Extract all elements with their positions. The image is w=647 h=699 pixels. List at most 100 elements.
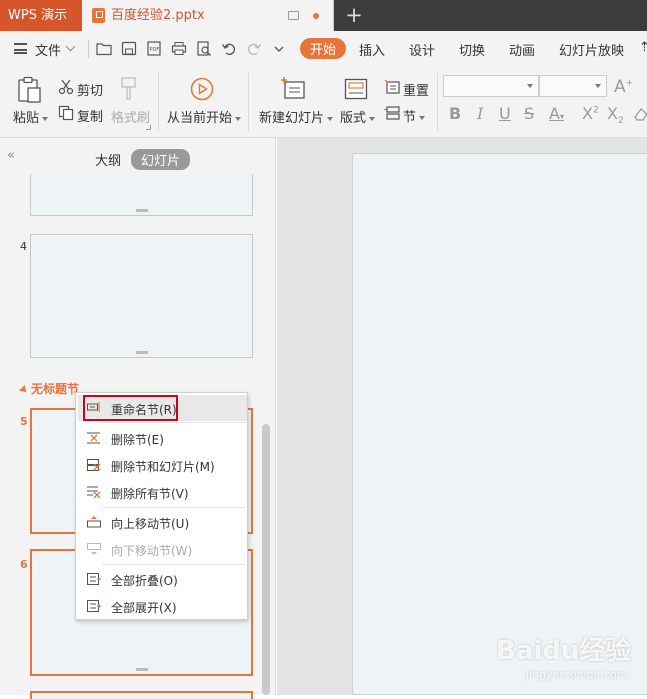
current-slide[interactable] xyxy=(352,153,647,695)
delete-section-icon xyxy=(87,432,100,444)
thumbnail-handle xyxy=(135,351,148,354)
menu-item-label: 删除节(E) xyxy=(111,433,164,447)
document-tab[interactable]: 百度经验2.pptx xyxy=(82,0,334,31)
font-color-icon[interactable]: A▾ xyxy=(549,104,564,123)
expand-all-icon xyxy=(87,600,101,612)
slide-thumbnail[interactable] xyxy=(30,234,253,358)
increase-font-size-icon[interactable]: A+ xyxy=(614,77,633,97)
paste-button[interactable]: 粘贴 xyxy=(13,107,49,126)
menu-item-label: 删除所有节(V) xyxy=(111,487,189,501)
menu-item-label: 向上移动节(U) xyxy=(111,517,190,531)
tab-insert[interactable]: 插入 xyxy=(359,40,385,59)
app-tab[interactable]: WPS 演示 xyxy=(0,0,82,31)
print-icon[interactable] xyxy=(171,41,187,56)
delete-section-and-slides-menu-item[interactable]: 删除节和幻灯片(M) xyxy=(78,452,247,478)
editing-canvas xyxy=(277,138,647,695)
redo-icon xyxy=(248,43,262,55)
cut-button[interactable]: 剪切 xyxy=(77,80,103,99)
divider xyxy=(88,40,89,58)
format-painter-button: 格式刷 xyxy=(111,111,151,126)
menu-item-label: 删除节和幻灯片(M) xyxy=(111,460,215,474)
watermark-logo-text: Baidu经验 xyxy=(496,636,632,666)
underline-icon[interactable]: U xyxy=(499,104,511,123)
format-painter-icon xyxy=(121,77,136,100)
tab-slideshow[interactable]: 幻灯片放映 xyxy=(559,40,624,59)
tab-design[interactable]: 设计 xyxy=(409,40,435,59)
scissors-icon xyxy=(58,79,74,95)
export-pdf-icon[interactable]: PDF xyxy=(146,41,162,56)
new-tab-plus-icon[interactable]: + xyxy=(343,3,365,27)
menu-item-label: 全部展开(X) xyxy=(111,601,177,615)
thumbnail-handle xyxy=(135,209,148,212)
delete-section-slides-icon xyxy=(87,459,101,471)
delete-section-menu-item[interactable]: 删除节(E) xyxy=(78,425,247,451)
collapse-all-icon xyxy=(87,573,101,585)
italic-icon[interactable]: I xyxy=(477,104,483,123)
menu-divider xyxy=(102,422,245,423)
copy-button[interactable]: 复制 xyxy=(77,106,103,125)
section-collapse-icon[interactable] xyxy=(19,384,29,395)
reset-icon xyxy=(384,79,400,94)
tab-slides[interactable]: 幻灯片 xyxy=(131,149,191,170)
section-context-menu: 重命名节(R) 删除节(E) 删除节和幻灯片(M) 删除所有节(V) 向上移动节… xyxy=(75,392,248,620)
font-family-select[interactable] xyxy=(443,75,539,97)
slide-thumbnail[interactable] xyxy=(30,174,253,216)
undo-icon[interactable] xyxy=(221,41,237,56)
bold-icon[interactable]: B xyxy=(449,104,461,123)
more-tabs-icon[interactable]: ⇡ xyxy=(639,40,647,55)
new-slide-button[interactable]: 新建幻灯片 xyxy=(259,107,334,126)
slide-number: 5 xyxy=(20,415,28,428)
svg-text:PDF: PDF xyxy=(150,47,160,53)
move-section-down-icon xyxy=(87,543,101,555)
move-section-up-icon xyxy=(87,516,101,528)
copy-icon xyxy=(58,105,74,121)
menu-divider xyxy=(102,507,245,508)
paste-icon[interactable] xyxy=(16,76,42,104)
slide-number: 6 xyxy=(20,558,28,571)
expand-all-menu-item[interactable]: 全部展开(X) xyxy=(78,593,247,619)
ribbon: 粘贴 剪切 复制 格式刷 从当前开始 新建幻灯片 版式 重置 节 A+ B I … xyxy=(0,67,647,138)
slide-number: 4 xyxy=(20,240,27,253)
panel-scrollbar[interactable] xyxy=(262,424,270,695)
section-button[interactable]: 节 xyxy=(403,106,426,125)
print-preview-icon[interactable] xyxy=(196,41,212,56)
screen-icon[interactable] xyxy=(288,11,299,20)
annotation-highlight-box xyxy=(83,395,178,421)
menu-icon[interactable] xyxy=(14,43,27,54)
tab-transitions[interactable]: 切换 xyxy=(459,40,485,59)
subscript-icon[interactable]: X2 xyxy=(607,104,624,126)
font-size-select[interactable] xyxy=(539,75,607,97)
play-icon xyxy=(190,77,214,101)
menu-divider xyxy=(102,564,245,565)
move-section-up-menu-item[interactable]: 向上移动节(U) xyxy=(78,509,247,535)
tab-home[interactable]: 开始 xyxy=(300,38,347,59)
menu-item-label: 全部折叠(O) xyxy=(111,574,178,588)
open-folder-icon[interactable] xyxy=(96,41,112,56)
layout-button[interactable]: 版式 xyxy=(340,107,376,126)
collapse-all-menu-item[interactable]: 全部折叠(O) xyxy=(78,566,247,592)
save-icon[interactable] xyxy=(121,41,137,56)
presentation-file-icon xyxy=(92,8,105,23)
play-from-current-button[interactable]: 从当前开始 xyxy=(167,107,242,126)
dialog-launcher-icon[interactable] xyxy=(146,125,151,130)
slide-thumbnail-selected[interactable] xyxy=(30,691,253,699)
layout-icon xyxy=(344,78,368,100)
reset-button[interactable]: 重置 xyxy=(403,80,429,99)
customize-toolbar-icon[interactable] xyxy=(271,41,287,56)
collapse-panel-icon[interactable]: « xyxy=(7,148,15,163)
tab-outline[interactable]: 大纲 xyxy=(95,150,121,169)
title-bar: WPS 演示 百度经验2.pptx + xyxy=(0,0,647,31)
delete-all-sections-menu-item[interactable]: 删除所有节(V) xyxy=(78,479,247,505)
divider xyxy=(158,73,159,131)
section-header[interactable]: 无标题节 xyxy=(19,380,79,397)
watermark-url: jingyan.baidu.com xyxy=(526,668,628,681)
file-menu[interactable]: 文件 xyxy=(35,40,61,59)
thumbnail-handle xyxy=(135,668,148,671)
eraser-icon[interactable] xyxy=(634,107,647,121)
document-title: 百度经验2.pptx xyxy=(111,8,205,23)
superscript-icon[interactable]: X2 xyxy=(582,104,599,123)
chevron-down-icon[interactable] xyxy=(65,41,76,52)
tab-animations[interactable]: 动画 xyxy=(509,40,535,59)
strikethrough-icon[interactable]: S xyxy=(524,104,534,123)
menu-item-label: 向下移动节(W) xyxy=(111,544,193,558)
